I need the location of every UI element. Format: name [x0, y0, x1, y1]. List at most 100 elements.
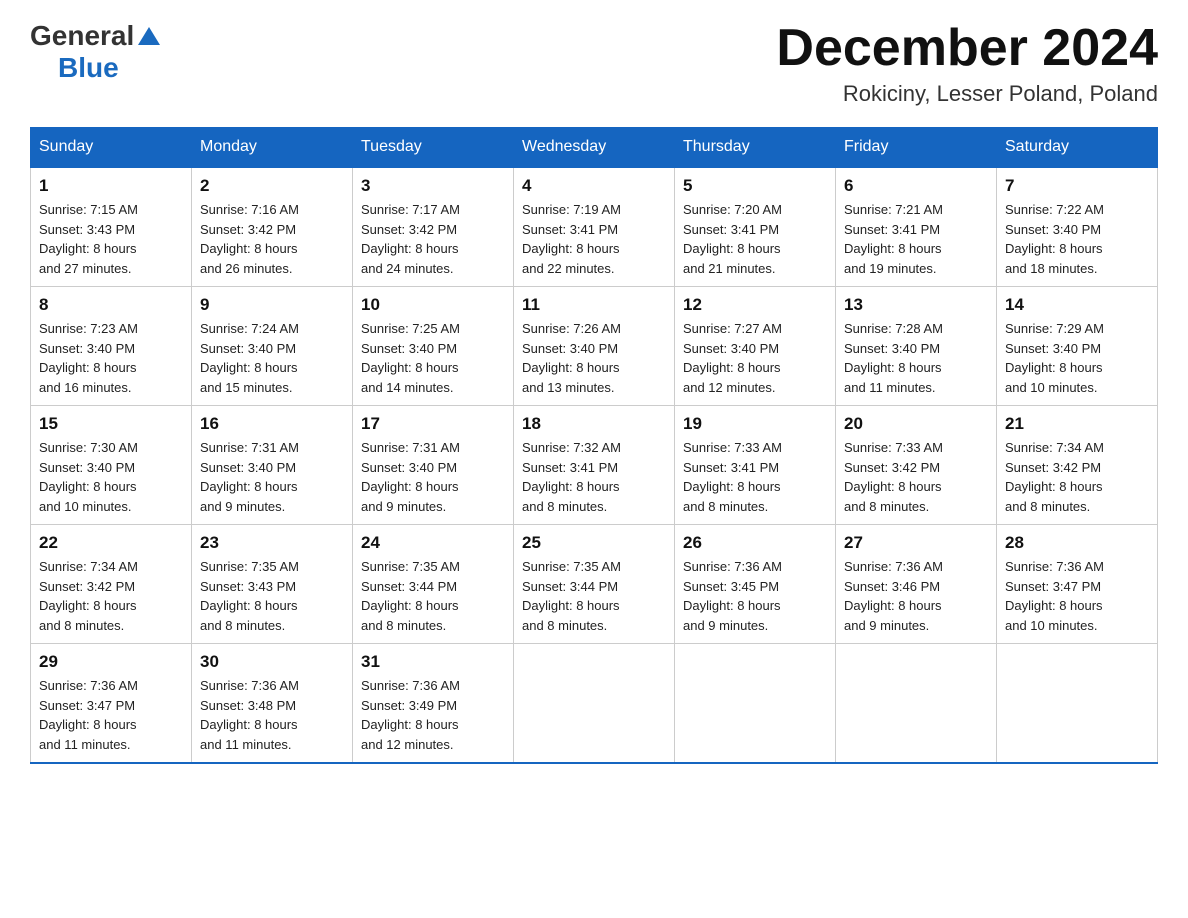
day-info: Sunrise: 7:36 AMSunset: 3:45 PMDaylight:… — [683, 559, 782, 633]
title-area: December 2024 Rokiciny, Lesser Poland, P… — [776, 20, 1158, 107]
day-info: Sunrise: 7:36 AMSunset: 3:47 PMDaylight:… — [39, 678, 138, 752]
day-header-saturday: Saturday — [997, 128, 1158, 168]
calendar-cell: 31 Sunrise: 7:36 AMSunset: 3:49 PMDaylig… — [353, 644, 514, 764]
calendar-cell: 11 Sunrise: 7:26 AMSunset: 3:40 PMDaylig… — [514, 287, 675, 406]
day-number: 17 — [361, 414, 505, 434]
day-info: Sunrise: 7:22 AMSunset: 3:40 PMDaylight:… — [1005, 202, 1104, 276]
day-number: 30 — [200, 652, 344, 672]
day-number: 15 — [39, 414, 183, 434]
day-info: Sunrise: 7:36 AMSunset: 3:47 PMDaylight:… — [1005, 559, 1104, 633]
page-header: General Blue December 2024 Rokiciny, Les… — [30, 20, 1158, 107]
calendar-cell: 29 Sunrise: 7:36 AMSunset: 3:47 PMDaylig… — [31, 644, 192, 764]
calendar-cell: 19 Sunrise: 7:33 AMSunset: 3:41 PMDaylig… — [675, 406, 836, 525]
day-info: Sunrise: 7:16 AMSunset: 3:42 PMDaylight:… — [200, 202, 299, 276]
calendar-cell: 13 Sunrise: 7:28 AMSunset: 3:40 PMDaylig… — [836, 287, 997, 406]
day-info: Sunrise: 7:21 AMSunset: 3:41 PMDaylight:… — [844, 202, 943, 276]
calendar-cell: 28 Sunrise: 7:36 AMSunset: 3:47 PMDaylig… — [997, 525, 1158, 644]
calendar-cell: 25 Sunrise: 7:35 AMSunset: 3:44 PMDaylig… — [514, 525, 675, 644]
day-info: Sunrise: 7:32 AMSunset: 3:41 PMDaylight:… — [522, 440, 621, 514]
day-number: 8 — [39, 295, 183, 315]
calendar-header-row: SundayMondayTuesdayWednesdayThursdayFrid… — [31, 128, 1158, 168]
day-info: Sunrise: 7:35 AMSunset: 3:44 PMDaylight:… — [522, 559, 621, 633]
calendar-cell: 12 Sunrise: 7:27 AMSunset: 3:40 PMDaylig… — [675, 287, 836, 406]
calendar-cell: 22 Sunrise: 7:34 AMSunset: 3:42 PMDaylig… — [31, 525, 192, 644]
calendar-cell: 7 Sunrise: 7:22 AMSunset: 3:40 PMDayligh… — [997, 167, 1158, 287]
calendar-week-row: 8 Sunrise: 7:23 AMSunset: 3:40 PMDayligh… — [31, 287, 1158, 406]
logo-general-text: General — [30, 20, 134, 52]
day-info: Sunrise: 7:19 AMSunset: 3:41 PMDaylight:… — [522, 202, 621, 276]
day-info: Sunrise: 7:31 AMSunset: 3:40 PMDaylight:… — [361, 440, 460, 514]
day-number: 11 — [522, 295, 666, 315]
day-info: Sunrise: 7:24 AMSunset: 3:40 PMDaylight:… — [200, 321, 299, 395]
day-info: Sunrise: 7:34 AMSunset: 3:42 PMDaylight:… — [39, 559, 138, 633]
day-number: 18 — [522, 414, 666, 434]
day-number: 5 — [683, 176, 827, 196]
day-info: Sunrise: 7:33 AMSunset: 3:41 PMDaylight:… — [683, 440, 782, 514]
day-number: 28 — [1005, 533, 1149, 553]
location-text: Rokiciny, Lesser Poland, Poland — [776, 81, 1158, 107]
day-info: Sunrise: 7:27 AMSunset: 3:40 PMDaylight:… — [683, 321, 782, 395]
day-number: 2 — [200, 176, 344, 196]
calendar-cell — [514, 644, 675, 764]
day-number: 9 — [200, 295, 344, 315]
calendar-week-row: 22 Sunrise: 7:34 AMSunset: 3:42 PMDaylig… — [31, 525, 1158, 644]
calendar-week-row: 1 Sunrise: 7:15 AMSunset: 3:43 PMDayligh… — [31, 167, 1158, 287]
calendar-table: SundayMondayTuesdayWednesdayThursdayFrid… — [30, 127, 1158, 764]
logo-triangle-icon — [138, 25, 160, 47]
calendar-cell — [836, 644, 997, 764]
calendar-cell: 23 Sunrise: 7:35 AMSunset: 3:43 PMDaylig… — [192, 525, 353, 644]
day-info: Sunrise: 7:35 AMSunset: 3:43 PMDaylight:… — [200, 559, 299, 633]
day-info: Sunrise: 7:30 AMSunset: 3:40 PMDaylight:… — [39, 440, 138, 514]
day-number: 26 — [683, 533, 827, 553]
calendar-cell: 15 Sunrise: 7:30 AMSunset: 3:40 PMDaylig… — [31, 406, 192, 525]
calendar-cell: 16 Sunrise: 7:31 AMSunset: 3:40 PMDaylig… — [192, 406, 353, 525]
calendar-cell — [997, 644, 1158, 764]
day-header-wednesday: Wednesday — [514, 128, 675, 168]
day-info: Sunrise: 7:36 AMSunset: 3:46 PMDaylight:… — [844, 559, 943, 633]
day-info: Sunrise: 7:17 AMSunset: 3:42 PMDaylight:… — [361, 202, 460, 276]
day-number: 29 — [39, 652, 183, 672]
day-number: 23 — [200, 533, 344, 553]
day-number: 12 — [683, 295, 827, 315]
calendar-cell: 3 Sunrise: 7:17 AMSunset: 3:42 PMDayligh… — [353, 167, 514, 287]
calendar-cell: 24 Sunrise: 7:35 AMSunset: 3:44 PMDaylig… — [353, 525, 514, 644]
calendar-cell: 1 Sunrise: 7:15 AMSunset: 3:43 PMDayligh… — [31, 167, 192, 287]
day-number: 16 — [200, 414, 344, 434]
day-info: Sunrise: 7:33 AMSunset: 3:42 PMDaylight:… — [844, 440, 943, 514]
day-info: Sunrise: 7:15 AMSunset: 3:43 PMDaylight:… — [39, 202, 138, 276]
day-info: Sunrise: 7:25 AMSunset: 3:40 PMDaylight:… — [361, 321, 460, 395]
calendar-cell: 6 Sunrise: 7:21 AMSunset: 3:41 PMDayligh… — [836, 167, 997, 287]
day-number: 10 — [361, 295, 505, 315]
day-header-sunday: Sunday — [31, 128, 192, 168]
day-info: Sunrise: 7:29 AMSunset: 3:40 PMDaylight:… — [1005, 321, 1104, 395]
day-number: 19 — [683, 414, 827, 434]
day-number: 21 — [1005, 414, 1149, 434]
calendar-cell: 5 Sunrise: 7:20 AMSunset: 3:41 PMDayligh… — [675, 167, 836, 287]
calendar-cell: 20 Sunrise: 7:33 AMSunset: 3:42 PMDaylig… — [836, 406, 997, 525]
day-header-thursday: Thursday — [675, 128, 836, 168]
day-number: 13 — [844, 295, 988, 315]
day-number: 22 — [39, 533, 183, 553]
calendar-cell: 10 Sunrise: 7:25 AMSunset: 3:40 PMDaylig… — [353, 287, 514, 406]
day-info: Sunrise: 7:20 AMSunset: 3:41 PMDaylight:… — [683, 202, 782, 276]
day-number: 3 — [361, 176, 505, 196]
day-info: Sunrise: 7:23 AMSunset: 3:40 PMDaylight:… — [39, 321, 138, 395]
day-info: Sunrise: 7:36 AMSunset: 3:48 PMDaylight:… — [200, 678, 299, 752]
calendar-week-row: 29 Sunrise: 7:36 AMSunset: 3:47 PMDaylig… — [31, 644, 1158, 764]
calendar-cell — [675, 644, 836, 764]
calendar-cell: 18 Sunrise: 7:32 AMSunset: 3:41 PMDaylig… — [514, 406, 675, 525]
day-info: Sunrise: 7:35 AMSunset: 3:44 PMDaylight:… — [361, 559, 460, 633]
logo: General Blue — [30, 20, 160, 84]
logo-blue-text: Blue — [58, 52, 119, 83]
calendar-cell: 4 Sunrise: 7:19 AMSunset: 3:41 PMDayligh… — [514, 167, 675, 287]
day-number: 25 — [522, 533, 666, 553]
day-header-monday: Monday — [192, 128, 353, 168]
month-title: December 2024 — [776, 20, 1158, 77]
day-number: 1 — [39, 176, 183, 196]
day-info: Sunrise: 7:26 AMSunset: 3:40 PMDaylight:… — [522, 321, 621, 395]
day-info: Sunrise: 7:34 AMSunset: 3:42 PMDaylight:… — [1005, 440, 1104, 514]
day-number: 24 — [361, 533, 505, 553]
day-info: Sunrise: 7:36 AMSunset: 3:49 PMDaylight:… — [361, 678, 460, 752]
day-number: 20 — [844, 414, 988, 434]
day-header-tuesday: Tuesday — [353, 128, 514, 168]
